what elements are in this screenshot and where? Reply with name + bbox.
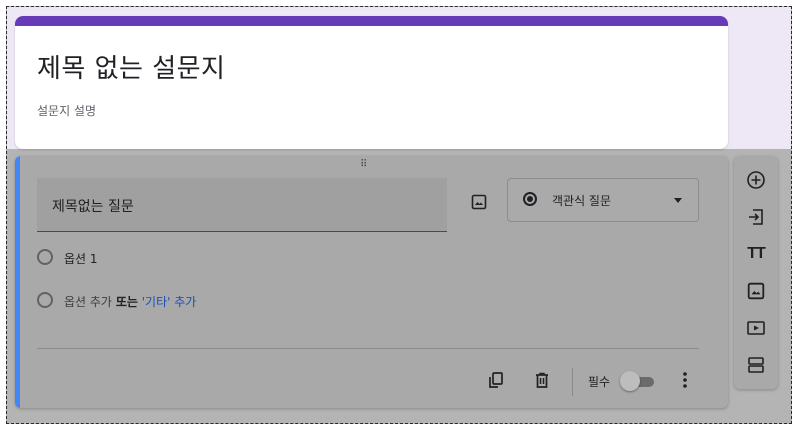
copy-icon[interactable] (487, 371, 505, 389)
add-option-text-group: 옵션 추가 또는 '기타' 추가 (64, 293, 196, 310)
section-icon (748, 357, 764, 373)
option-label[interactable]: 옵션 1 (64, 250, 98, 267)
form-description[interactable]: 설문지 설명 (37, 102, 96, 119)
question-type-dropdown[interactable]: 객관식 질문 (507, 178, 699, 222)
add-image-button[interactable] (746, 281, 766, 301)
add-option-row: 옵션 추가 또는 '기타' 추가 (37, 291, 337, 311)
more-vert-icon[interactable] (682, 371, 688, 389)
image-icon[interactable] (471, 194, 487, 210)
form-header-card[interactable]: 제목 없는 설문지 설문지 설명 (15, 16, 728, 149)
or-separator-text: 또는 (115, 295, 138, 309)
question-card[interactable]: ⠿ 제목없는 질문 객관식 질문 옵션 1 옵션 추가 또는 '기타' 추가 필… (15, 156, 728, 408)
active-card-indicator (15, 156, 20, 408)
chevron-down-icon (674, 198, 682, 203)
trash-icon[interactable] (533, 371, 551, 389)
question-title-text: 제목없는 질문 (52, 199, 134, 215)
drag-handle-icon[interactable]: ⠿ (360, 160, 367, 170)
option-item[interactable]: 옵션 1 (37, 248, 337, 268)
floating-toolbar: TT (734, 156, 778, 389)
add-section-button[interactable] (746, 355, 766, 375)
form-title[interactable]: 제목 없는 설문지 (37, 48, 225, 85)
image-icon (747, 282, 765, 300)
form-editor: 제목 없는 설문지 설문지 설명 ⠿ 제목없는 질문 객관식 질문 옵션 1 옵… (6, 6, 792, 424)
required-label: 필수 (588, 375, 611, 389)
radio-button-icon (523, 192, 537, 206)
add-option-link[interactable]: 옵션 추가 (64, 295, 112, 309)
footer-divider (37, 348, 699, 349)
import-questions-button[interactable] (746, 207, 766, 227)
radio-circle-icon (37, 249, 53, 265)
title-icon: TT (747, 245, 766, 262)
import-icon (749, 209, 763, 225)
add-question-button[interactable] (746, 170, 766, 190)
footer-vertical-divider (572, 368, 573, 396)
header-accent-bar (15, 16, 728, 26)
required-toggle-knob[interactable] (620, 371, 640, 391)
add-other-link[interactable]: '기타' 추가 (142, 295, 197, 309)
question-type-label: 객관식 질문 (552, 194, 612, 208)
question-title-input[interactable]: 제목없는 질문 (37, 178, 447, 232)
radio-circle-icon (37, 292, 53, 308)
add-title-button[interactable]: TT (746, 244, 766, 264)
add-circle-icon (747, 171, 765, 189)
video-icon (747, 321, 765, 335)
add-video-button[interactable] (746, 318, 766, 338)
